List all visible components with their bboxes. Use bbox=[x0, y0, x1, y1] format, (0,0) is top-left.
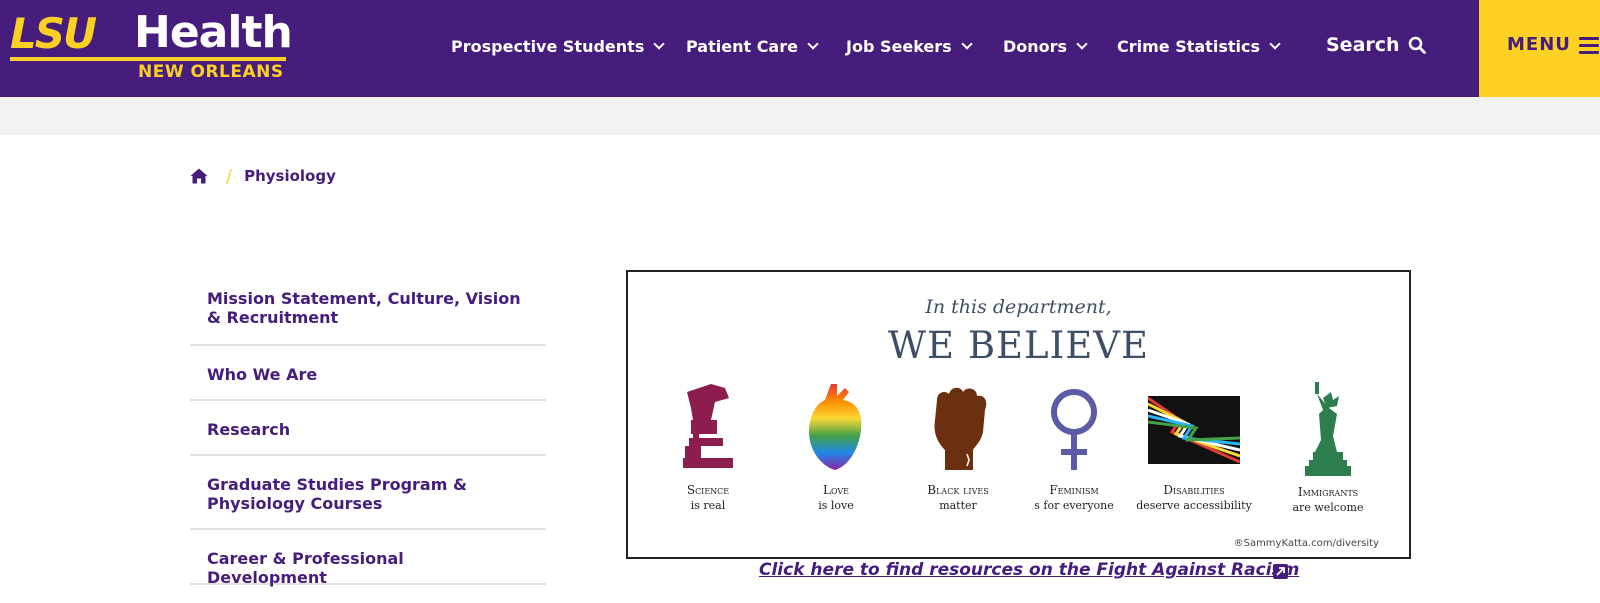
belief-black-lives: Black lives matter bbox=[898, 380, 1018, 513]
belief-subtitle: is love bbox=[818, 499, 854, 512]
belief-disabilities: Disabilities deserve accessibility bbox=[1134, 396, 1254, 513]
logo-subtitle: NEW ORLEANS bbox=[138, 62, 284, 82]
hamburger-icon bbox=[1579, 37, 1599, 55]
search-label: Search bbox=[1326, 34, 1400, 56]
belief-subtitle: s for everyone bbox=[1034, 499, 1114, 512]
belief-title: Immigrants bbox=[1297, 485, 1359, 499]
logo-lsu-text: LSU bbox=[10, 9, 97, 58]
belief-title: Disabilities bbox=[1163, 483, 1225, 497]
breadcrumb: / Physiology bbox=[190, 165, 336, 187]
belief-title: Black lives bbox=[927, 483, 989, 497]
sidebar-item-career[interactable]: Career & Professional Development bbox=[190, 530, 546, 587]
search-icon bbox=[1408, 36, 1426, 54]
nav-label: Patient Care bbox=[686, 36, 798, 56]
breadcrumb-separator: / bbox=[226, 165, 233, 187]
nav-label: Crime Statistics bbox=[1117, 36, 1260, 56]
nav-donors[interactable]: Donors bbox=[1003, 35, 1088, 57]
chevron-down-icon bbox=[807, 37, 819, 50]
menu-button[interactable]: MENU bbox=[1479, 0, 1600, 97]
nav-label: Prospective Students bbox=[451, 36, 645, 56]
belief-science: Science is real bbox=[648, 380, 768, 513]
belief-title: Love bbox=[822, 483, 849, 497]
belief-immigrants: Immigrants are welcome bbox=[1268, 380, 1388, 515]
belief-title: Science bbox=[686, 483, 730, 497]
gray-band bbox=[0, 97, 1600, 135]
nav-patient-care[interactable]: Patient Care bbox=[686, 35, 819, 57]
sidebar-item-research[interactable]: Research bbox=[190, 401, 546, 456]
statue-of-liberty-icon bbox=[1305, 382, 1351, 476]
microscope-icon bbox=[683, 384, 733, 468]
search-button[interactable]: Search bbox=[1326, 32, 1426, 58]
we-believe-banner: In this department, WE BELIEVE Science i… bbox=[626, 270, 1411, 559]
logo-health-text: Health bbox=[134, 7, 293, 58]
sidebar-nav: Mission Statement, Culture, Vision & Rec… bbox=[190, 272, 546, 587]
belief-love: Love is love bbox=[776, 380, 896, 513]
nav-label: Donors bbox=[1003, 36, 1068, 56]
site-header: LSU Health NEW ORLEANS Prospective Stude… bbox=[0, 0, 1600, 97]
belief-subtitle: matter bbox=[939, 499, 977, 512]
breadcrumb-current[interactable]: Physiology bbox=[244, 167, 336, 185]
belief-subtitle: is real bbox=[690, 499, 726, 512]
lsu-health-logo[interactable]: LSU Health NEW ORLEANS bbox=[10, 8, 300, 84]
sidebar-item-graduate-studies[interactable]: Graduate Studies Program & Physiology Co… bbox=[190, 456, 546, 530]
raised-fist-icon bbox=[934, 387, 987, 470]
disability-flag-icon bbox=[1148, 396, 1240, 464]
menu-label: MENU bbox=[1507, 34, 1571, 55]
nav-job-seekers[interactable]: Job Seekers bbox=[846, 35, 973, 57]
nav-crime-statistics[interactable]: Crime Statistics bbox=[1117, 35, 1281, 57]
belief-subtitle: are welcome bbox=[1292, 501, 1364, 514]
belief-title: Feminism bbox=[1049, 483, 1099, 497]
banner-intro: In this department, bbox=[925, 296, 1112, 318]
sidebar-item-mission[interactable]: Mission Statement, Culture, Vision & Rec… bbox=[190, 272, 546, 346]
rainbow-heart-icon bbox=[809, 384, 862, 470]
chevron-down-icon bbox=[1269, 37, 1281, 50]
chevron-down-icon bbox=[1076, 37, 1088, 50]
external-link-icon[interactable] bbox=[1273, 564, 1288, 579]
banner-title: WE BELIEVE bbox=[888, 324, 1149, 367]
nav-prospective-students[interactable]: Prospective Students bbox=[451, 35, 666, 57]
belief-subtitle: deserve accessibility bbox=[1136, 499, 1252, 512]
chevron-down-icon bbox=[653, 37, 666, 50]
chevron-down-icon bbox=[961, 37, 973, 50]
fight-against-racism-link[interactable]: Click here to find resources on the Figh… bbox=[759, 560, 1299, 580]
venus-symbol-icon bbox=[1051, 389, 1097, 470]
banner-credit: ®SammyKatta.com/diversity bbox=[1233, 538, 1379, 549]
nav-label: Job Seekers bbox=[846, 36, 952, 56]
belief-feminism: Feminism s for everyone bbox=[1014, 380, 1134, 513]
home-icon[interactable] bbox=[190, 168, 208, 184]
sidebar-item-who-we-are[interactable]: Who We Are bbox=[190, 346, 546, 401]
